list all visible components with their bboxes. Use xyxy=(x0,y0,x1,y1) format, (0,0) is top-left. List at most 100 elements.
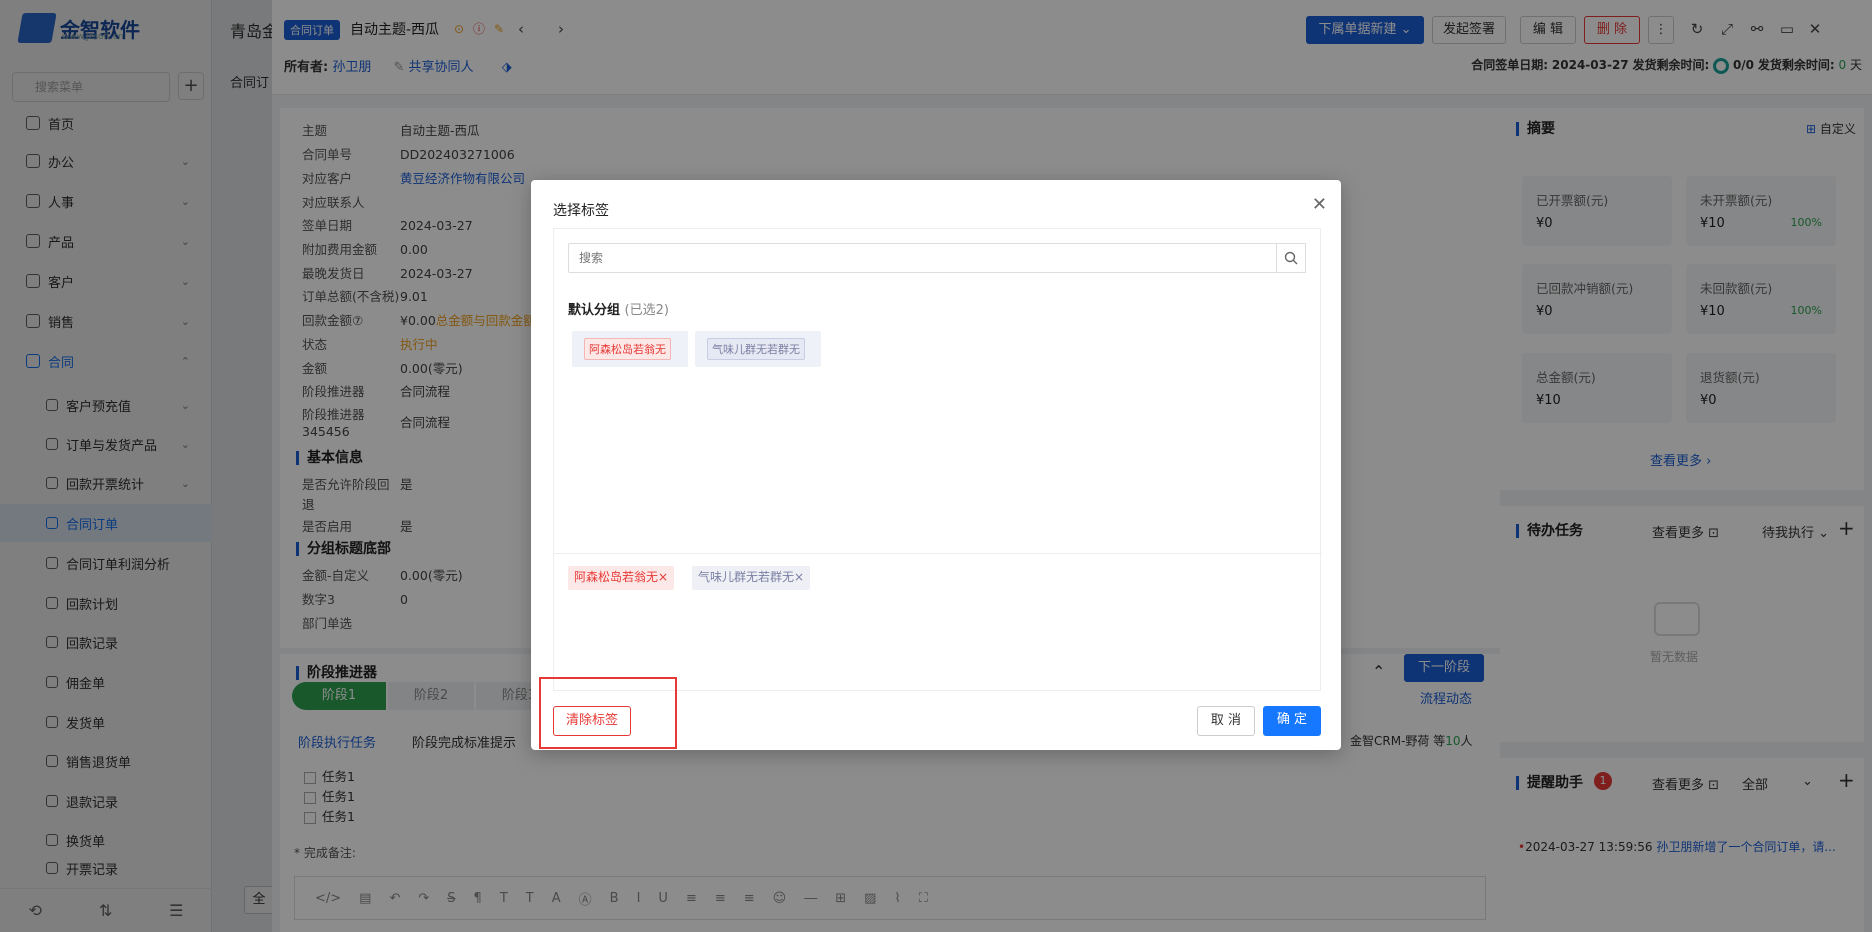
sign-button[interactable]: 发起签署 xyxy=(1432,16,1506,44)
new-sub-document-button[interactable]: 下属单据新建 ⌄ xyxy=(1306,16,1424,44)
task-item[interactable]: 任务1 xyxy=(304,806,355,825)
nav-sub-prepay[interactable]: 客户预充值 ⌄ xyxy=(0,386,212,424)
collapse-icon[interactable]: ☰ xyxy=(169,901,183,920)
tag-search-input[interactable] xyxy=(568,243,1306,273)
align-right-icon[interactable]: ≡ xyxy=(744,891,755,906)
delete-button[interactable]: 删 除 xyxy=(1584,16,1640,44)
cancel-button[interactable]: 取 消 xyxy=(1197,706,1255,736)
checkbox[interactable] xyxy=(304,771,316,784)
chevron-down-icon[interactable]: ⌄ xyxy=(1802,774,1813,789)
add-menu-button[interactable]: + xyxy=(178,72,204,100)
tag-option[interactable]: 气味儿群无若群无 xyxy=(695,331,821,367)
grid-icon[interactable]: ⊞ xyxy=(835,891,846,906)
prev-record-icon[interactable]: ‹ xyxy=(512,20,530,38)
reminder-filter-select[interactable]: 全部 xyxy=(1742,774,1768,793)
refresh-icon[interactable]: ↻ xyxy=(1688,20,1706,38)
nav-sub-invoice[interactable]: 开票记录 xyxy=(0,857,212,879)
nav-sub-exchange[interactable]: 换货单 xyxy=(0,821,212,859)
todo-filter-select[interactable]: 待我执行 ⌄ xyxy=(1762,522,1829,541)
nav-sub-refund[interactable]: 退款记录 xyxy=(0,782,212,820)
nav-sub-orders-products[interactable]: 订单与发货产品 ⌄ xyxy=(0,425,212,463)
next-stage-button[interactable]: 下一阶段 xyxy=(1404,654,1484,682)
share-collaborators-link[interactable]: 共享协同人 xyxy=(409,60,474,75)
nav-sub-return[interactable]: 销售退货单 xyxy=(0,742,212,780)
nav-home[interactable]: 首页 xyxy=(0,104,212,142)
nav-sub-payment-record[interactable]: 回款记录 xyxy=(0,623,212,661)
emoji-icon[interactable]: ☺ xyxy=(773,891,787,906)
fullscreen-editor-icon[interactable]: ⛶ xyxy=(919,891,928,906)
tab-stage-tasks[interactable]: 阶段执行任务 xyxy=(298,732,376,751)
nav-contract[interactable]: 合同 ⌃ xyxy=(0,342,212,380)
nav-sub-contract-order[interactable]: 合同订单 xyxy=(0,504,212,542)
nav-product[interactable]: 产品 ⌄ xyxy=(0,222,212,260)
task-item[interactable]: 任务1 xyxy=(304,766,355,785)
bg-color-icon[interactable]: Ⓐ xyxy=(579,889,592,908)
align-center-icon[interactable]: ≡ xyxy=(715,891,726,906)
star-icon[interactable]: ⊙ xyxy=(450,20,468,38)
reminder-entry[interactable]: •2024-03-27 13:59:56 孙卫朋新增了一个合同订单，请... xyxy=(1518,838,1836,855)
add-todo-icon[interactable]: + xyxy=(1838,516,1855,540)
more-actions-button[interactable]: ⋮ xyxy=(1648,16,1674,44)
search-button[interactable] xyxy=(1276,243,1306,273)
undo-icon[interactable]: ↶ xyxy=(389,891,400,906)
task-item[interactable]: 任务1 xyxy=(304,786,355,805)
fullscreen-icon[interactable]: ⤢ xyxy=(1718,20,1736,38)
tag-icon[interactable]: ⬗ xyxy=(502,60,512,75)
edit-button[interactable]: 编 辑 xyxy=(1520,16,1576,44)
reminder-more-link[interactable]: 查看更多 ⊡ xyxy=(1652,774,1719,793)
empty-box-icon xyxy=(1654,602,1700,636)
add-reminder-icon[interactable]: + xyxy=(1838,768,1855,792)
text-icon[interactable]: T xyxy=(500,891,508,906)
flow-dynamics-link[interactable]: 流程动态 xyxy=(1420,688,1472,707)
redo-icon[interactable]: ↷ xyxy=(418,891,429,906)
nav-customer[interactable]: 客户 ⌄ xyxy=(0,262,212,300)
todo-more-link[interactable]: 查看更多 ⊡ xyxy=(1652,522,1719,541)
remove-tag-icon[interactable]: × xyxy=(794,570,804,584)
close-icon[interactable]: ✕ xyxy=(1806,20,1824,38)
code-icon[interactable]: </> xyxy=(315,891,341,906)
text-size-icon[interactable]: T xyxy=(526,891,534,906)
nav-sub-shipment[interactable]: 发货单 xyxy=(0,703,212,741)
align-left-icon[interactable]: ≡ xyxy=(686,891,697,906)
history-icon[interactable]: ⟲ xyxy=(28,901,41,920)
table-icon[interactable]: ▤ xyxy=(359,891,371,906)
stage-step-1[interactable]: 阶段1 xyxy=(292,682,386,710)
window-icon[interactable]: ▭ xyxy=(1778,20,1796,38)
nav-office[interactable]: 办公 ⌄ xyxy=(0,142,212,180)
remove-tag-icon[interactable]: × xyxy=(658,570,668,584)
nav-sub-commission[interactable]: 佣金单 xyxy=(0,663,212,701)
format-icon[interactable]: ¶ xyxy=(474,891,482,906)
nav-sub-payment-invoice[interactable]: 回款开票统计 ⌄ xyxy=(0,464,212,502)
underline-icon[interactable]: U xyxy=(658,891,668,906)
confirm-button[interactable]: 确 定 xyxy=(1263,706,1321,736)
close-icon[interactable]: ✕ xyxy=(1312,194,1327,215)
tab-stage-hint[interactable]: 阶段完成标准提示 xyxy=(412,732,516,751)
strike-icon[interactable]: S̶ xyxy=(447,891,455,906)
next-record-icon[interactable]: › xyxy=(552,20,570,38)
customer-link[interactable]: 黄豆经济作物有限公司 xyxy=(400,171,525,186)
italic-icon[interactable]: I xyxy=(637,891,641,906)
stage-step-2[interactable]: 阶段2 xyxy=(388,682,474,710)
nav-hr[interactable]: 人事 ⌄ xyxy=(0,182,212,220)
rich-text-toolbar: </> ▤ ↶ ↷ S̶ ¶ T T A Ⓐ B I U ≡ ≡ ≡ ☺ ― ⊞ ▨ ⌇ ⛶ xyxy=(294,876,1486,920)
attach-icon[interactable]: ⌇ xyxy=(894,891,900,906)
summary-more-link[interactable]: 查看更多 › xyxy=(1650,450,1711,469)
alert-icon[interactable]: ⓘ xyxy=(470,20,488,38)
note-icon[interactable]: ✎ xyxy=(490,20,508,38)
font-color-icon[interactable]: A xyxy=(552,891,561,906)
checkbox[interactable] xyxy=(304,791,316,804)
menu-search-input[interactable]: 搜索菜单 xyxy=(12,72,170,102)
tag-option[interactable]: 阿森松岛若翁无 xyxy=(572,331,688,367)
nav-sales[interactable]: 销售 ⌄ xyxy=(0,302,212,340)
owner-name[interactable]: 孙卫朋 xyxy=(332,60,371,75)
settings-icon[interactable]: ⇅ xyxy=(99,901,112,920)
hr-icon[interactable]: ― xyxy=(804,891,817,906)
nav-sub-payment-plan[interactable]: 回款计划 xyxy=(0,584,212,622)
image-icon[interactable]: ▨ xyxy=(864,891,876,906)
link-icon[interactable]: ⚯ xyxy=(1748,20,1766,38)
customize-link[interactable]: ⊞ 自定义 xyxy=(1806,120,1856,137)
checkbox[interactable] xyxy=(304,811,316,824)
nav-sub-profit[interactable]: 合同订单利润分析 xyxy=(0,544,212,582)
bold-icon[interactable]: B xyxy=(610,891,619,906)
collapse-up-icon[interactable]: ⌃ xyxy=(1372,662,1385,681)
